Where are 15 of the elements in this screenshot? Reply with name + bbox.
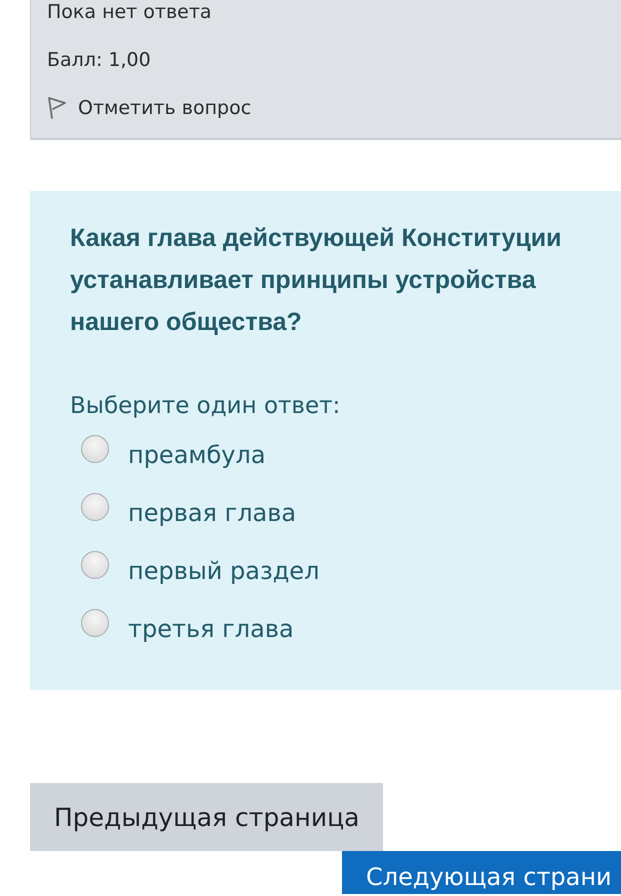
question-text: Какая глава действующей Конституции устанавливает принципы устройства нашего общества? — [70, 223, 563, 338]
radio-button[interactable] — [81, 551, 109, 579]
answer-option[interactable]: преамбула — [70, 423, 601, 481]
answer-option[interactable]: первая глава — [70, 481, 601, 539]
radio-button[interactable] — [81, 435, 109, 463]
answer-option[interactable]: первый раздел — [70, 539, 601, 597]
radio-button[interactable] — [81, 609, 109, 637]
flag-question-link[interactable]: Отметить вопрос — [47, 96, 252, 120]
answer-prompt: Выберите один ответ: — [70, 392, 342, 421]
previous-page-button[interactable]: Предыдущая страница — [30, 783, 384, 851]
answer-option[interactable]: третья глава — [70, 597, 601, 655]
radio-button[interactable] — [81, 493, 109, 521]
next-page-button[interactable]: Следующая страни — [342, 851, 621, 894]
answer-state-text: Пока нет ответа — [47, 0, 212, 24]
mark-text: Балл: 1,00 — [47, 48, 151, 72]
